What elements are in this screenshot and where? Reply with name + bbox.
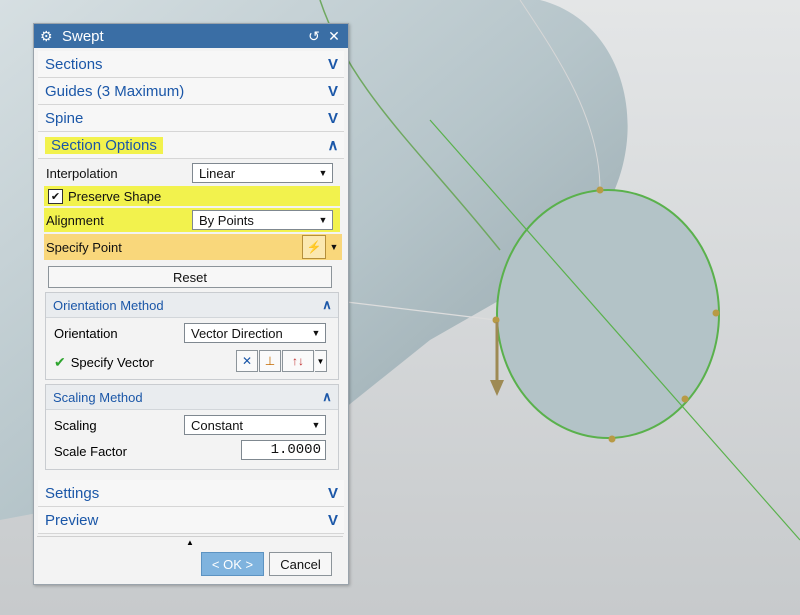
dialog-title: Swept — [62, 27, 104, 45]
section-options-label: Section Options — [38, 136, 322, 154]
chevron-up-icon[interactable]: ∧ — [316, 297, 338, 313]
preserve-shape-label: Preserve Shape — [68, 188, 162, 204]
chevron-down-icon[interactable]: V — [322, 485, 344, 502]
orientation-method-header[interactable]: Orientation Method ∧ — [46, 293, 338, 318]
gear-icon: ⚙ — [40, 27, 53, 44]
scale-factor-value: 1.0000 — [270, 442, 321, 458]
chevron-down-icon[interactable]: V — [322, 512, 344, 529]
scaling-label: Scaling — [54, 418, 97, 433]
alignment-select[interactable]: By Points ▼ — [192, 210, 333, 230]
reset-button-label: Reset — [173, 269, 207, 285]
reset-icon[interactable]: ↺ — [306, 28, 322, 45]
title-bar: ⚙ Swept ↺ ✕ — [34, 24, 348, 48]
chevron-up-icon[interactable]: ∧ — [316, 389, 338, 405]
orientation-value: Vector Direction — [191, 325, 283, 341]
preserve-shape-row: ✔ Preserve Shape — [44, 186, 340, 206]
scaling-method-header[interactable]: Scaling Method ∧ — [46, 385, 338, 410]
ok-button[interactable]: < OK > — [201, 552, 264, 576]
collapse-handle[interactable]: ▲ — [37, 536, 343, 547]
chevron-down-icon: ▼ — [311, 420, 321, 430]
orientation-select[interactable]: Vector Direction ▼ — [184, 323, 326, 343]
orientation-label: Orientation — [54, 326, 118, 341]
cancel-button-label: Cancel — [280, 556, 321, 572]
chevron-down-icon[interactable]: ▼ — [315, 350, 327, 372]
chevron-down-icon[interactable]: V — [322, 83, 344, 100]
chevron-down-icon: ▼ — [311, 328, 321, 338]
preserve-shape-checkbox[interactable]: ✔ — [48, 188, 63, 204]
close-icon[interactable]: ✕ — [326, 28, 342, 45]
chevron-down-icon: ▼ — [318, 168, 328, 178]
interpolation-value: Linear — [199, 165, 236, 181]
chevron-down-icon: ▼ — [318, 215, 328, 225]
check-icon: ✔ — [54, 354, 66, 370]
specify-point-row[interactable]: Specify Point ⚡ ▼ — [44, 234, 342, 260]
cancel-button[interactable]: Cancel — [269, 552, 332, 576]
section-preview-label: Preview — [45, 511, 99, 529]
alignment-label: Alignment — [46, 212, 104, 228]
scale-factor-input[interactable]: 1.0000 — [241, 440, 326, 460]
section-sections[interactable]: Sections V — [38, 51, 344, 78]
scaling-method-group: Scaling Method ∧ Scaling Constant ▼ Scal… — [45, 384, 339, 470]
highlight-mark: Section Options — [45, 136, 163, 154]
scaling-select[interactable]: Constant ▼ — [184, 415, 326, 435]
section-guides[interactable]: Guides (3 Maximum) V — [38, 78, 344, 105]
triangle-up-icon: ▲ — [186, 537, 194, 547]
section-settings[interactable]: Settings V — [38, 480, 344, 507]
chevron-down-icon[interactable]: V — [322, 110, 344, 127]
interpolation-label: Interpolation — [46, 165, 118, 181]
inferred-vector-icon[interactable]: ✕ — [236, 350, 258, 372]
scaling-method-label: Scaling Method — [53, 389, 143, 405]
chevron-down-icon[interactable]: V — [322, 56, 344, 73]
specify-vector-label: Specify Vector — [70, 355, 154, 370]
section-guides-label: Guides (3 Maximum) — [45, 82, 185, 100]
chevron-down-icon[interactable]: ▼ — [326, 242, 342, 252]
section-sections-label: Sections — [45, 55, 103, 73]
reverse-direction-icon[interactable]: ↑↓ — [282, 350, 314, 372]
section-spine-label: Spine — [45, 109, 84, 127]
specify-point-label: Specify Point — [46, 239, 122, 255]
section-spine[interactable]: Spine V — [38, 105, 344, 132]
scaling-value: Constant — [191, 417, 244, 433]
section-preview[interactable]: Preview V — [38, 507, 344, 534]
reset-button[interactable]: Reset — [48, 266, 332, 288]
point-dialog-icon[interactable]: ⚡ — [302, 235, 326, 259]
section-settings-label: Settings — [45, 484, 100, 502]
axis-vector-icon[interactable]: ⊥ — [259, 350, 281, 372]
orientation-method-group: Orientation Method ∧ Orientation Vector … — [45, 292, 339, 380]
specify-vector-row: ✔ Specify Vector — [54, 354, 154, 371]
ok-button-label: < OK > — [211, 556, 254, 572]
scale-factor-label: Scale Factor — [54, 444, 127, 459]
section-section-options[interactable]: Section Options ∧ — [38, 132, 344, 159]
interpolation-select[interactable]: Linear ▼ — [192, 163, 333, 183]
alignment-value: By Points — [199, 212, 254, 228]
orientation-method-label: Orientation Method — [53, 297, 164, 313]
chevron-up-icon[interactable]: ∧ — [322, 136, 344, 154]
